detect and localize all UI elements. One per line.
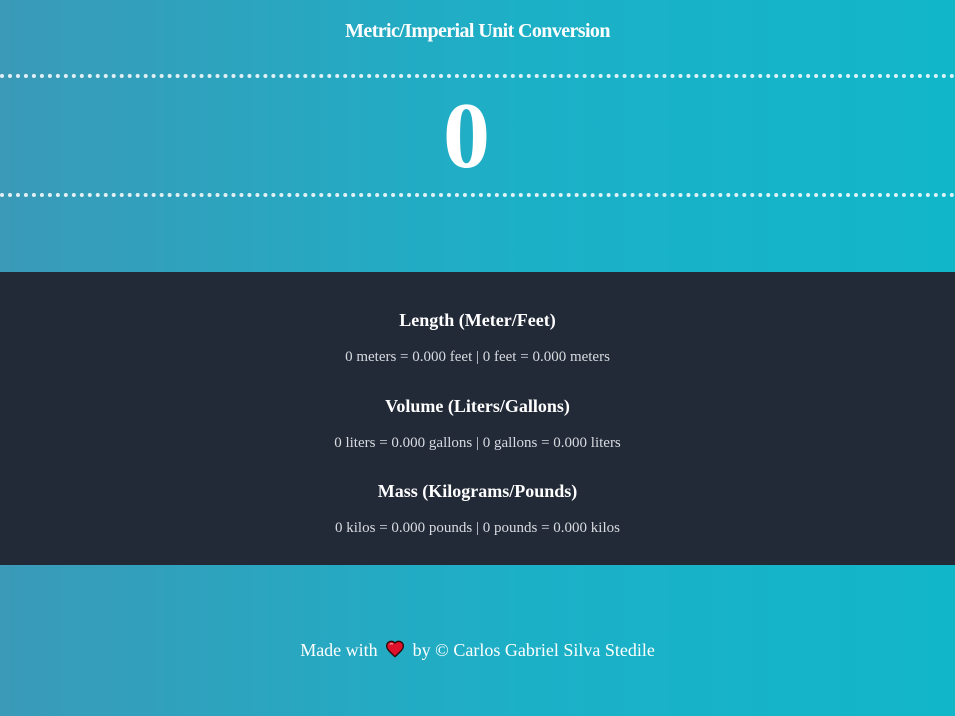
credit-text: by © Carlos Gabriel Silva Stedile: [412, 640, 655, 660]
header-section: Metric/Imperial Unit Conversion: [0, 0, 955, 272]
volume-result: Volume (Liters/Gallons) 0 liters = 0.000…: [0, 396, 955, 452]
footer: Made with by © Carlos Gabriel Silva Sted…: [0, 565, 955, 716]
length-result: Length (Meter/Feet) 0 meters = 0.000 fee…: [0, 310, 955, 366]
volume-conversion-text: 0 liters = 0.000 gallons | 0 gallons = 0…: [334, 435, 621, 451]
results-panel: Length (Meter/Feet) 0 meters = 0.000 fee…: [0, 272, 955, 565]
page-title: Metric/Imperial Unit Conversion: [345, 20, 610, 42]
heart-icon: [386, 640, 405, 658]
input-band: [0, 74, 955, 197]
volume-heading: Volume (Liters/Gallons): [385, 396, 570, 416]
mass-conversion-text: 0 kilos = 0.000 pounds | 0 pounds = 0.00…: [335, 520, 620, 536]
made-with-text: Made with: [300, 640, 378, 660]
length-conversion-text: 0 meters = 0.000 feet | 0 feet = 0.000 m…: [345, 349, 610, 365]
number-input[interactable]: [0, 78, 955, 193]
mass-heading: Mass (Kilograms/Pounds): [377, 481, 578, 501]
mass-result: Mass (Kilograms/Pounds) 0 kilos = 0.000 …: [0, 481, 955, 537]
length-heading: Length (Meter/Feet): [399, 310, 556, 330]
